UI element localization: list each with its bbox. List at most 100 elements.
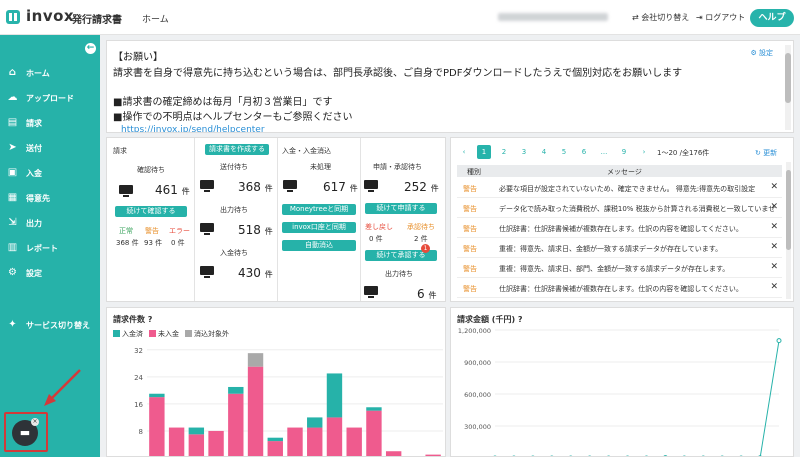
sidebar-item-customer[interactable]: ▦ 得意先 bbox=[0, 186, 100, 210]
output-waiting-label: 出力待ち bbox=[385, 270, 413, 278]
dismiss-icon[interactable]: ✕ bbox=[770, 222, 778, 232]
bar-segment bbox=[247, 353, 264, 367]
y-tick-label: 32 bbox=[134, 347, 143, 355]
pagination-page-2[interactable]: 2 bbox=[497, 145, 511, 159]
bar-segment bbox=[247, 366, 264, 456]
notice-title: 【お願い】 bbox=[113, 52, 163, 63]
continue-apply-button[interactable]: 続けて申請する bbox=[365, 203, 437, 214]
moneytree-sync-button[interactable]: Moneytreeと同期 bbox=[282, 204, 356, 215]
sidebar-item-report[interactable]: ▥ レポート bbox=[0, 236, 100, 260]
payment-waiting-label: 入金待ち bbox=[220, 249, 248, 257]
computer-icon bbox=[364, 180, 378, 193]
message-row[interactable]: 警告仕訳辞書：仕訳辞書候補が複数存在します。仕訳の内容を確認してください。✕ bbox=[457, 218, 782, 238]
logo-text: invox bbox=[26, 7, 75, 25]
refresh-icon: ↻ bbox=[755, 149, 761, 157]
normal-label: 正常 bbox=[119, 227, 133, 235]
message-row[interactable]: 警告仕訳辞書：仕訳辞書候補が複数存在します。仕訳の内容を確認してください。✕ bbox=[457, 278, 782, 298]
invoice-count-plot: 32 24 16 8 bbox=[134, 347, 443, 456]
invoice-amount-plot: 1,200,000 900,000 600,000 300,000 bbox=[458, 327, 782, 456]
y-tick-label: 24 bbox=[134, 374, 143, 382]
service-switch-label: サービス切り替え bbox=[26, 321, 90, 330]
export-icon: ⇲ bbox=[8, 217, 17, 228]
notice-line: ■操作での不明点はヘルプセンターもご参照ください bbox=[113, 112, 353, 123]
pagination-prev[interactable]: ‹ bbox=[457, 145, 471, 159]
helpcenter-link[interactable]: https://invox.jp/send/helpcenter bbox=[121, 125, 265, 132]
message-row[interactable]: 警告仕訳辞書：仕訳辞書候補が複数存在します。仕訳の内容を確認してください。✕ bbox=[457, 298, 782, 301]
sidebar-item-invoice[interactable]: ▤ 請求 bbox=[0, 111, 100, 135]
refresh-button[interactable]: ↻ 更新 bbox=[755, 148, 777, 158]
message-text: 必要な項目が設定されていないため、確定できません。 得意先:得意先の取引設定 bbox=[499, 185, 756, 193]
sidebar-item-label: 送付 bbox=[26, 144, 42, 153]
chat-bubble-icon: ▬ bbox=[19, 426, 31, 439]
bar-segment bbox=[287, 427, 303, 456]
help-button[interactable]: ヘルプ bbox=[750, 9, 794, 27]
message-row[interactable]: 警告 重複：得意先、請求日、部門、金額が一致する請求データが存在します。 ✕ bbox=[457, 258, 782, 278]
dismiss-icon[interactable]: ✕ bbox=[770, 242, 778, 252]
col-kind: 種別 bbox=[467, 168, 481, 176]
logo-icon bbox=[6, 10, 20, 24]
switch-company-label: 会社切り替え bbox=[641, 13, 690, 22]
dismiss-icon[interactable]: ✕ bbox=[770, 202, 778, 212]
message-row[interactable]: 警告 データ化で読み取った消費税が、課税10% 税抜から計算される消費税と一致して… bbox=[457, 198, 782, 218]
chat-close-icon[interactable]: × bbox=[31, 418, 39, 426]
bar-segment bbox=[307, 427, 323, 456]
dismiss-icon[interactable]: ✕ bbox=[770, 182, 778, 192]
message-row[interactable]: 警告 必要な項目が設定されていないため、確定できません。 得意先:得意先の取引設定… bbox=[457, 178, 782, 198]
create-invoice-button[interactable]: 請求書を作成する bbox=[205, 144, 269, 155]
pagination-page-9[interactable]: 9 bbox=[617, 145, 631, 159]
message-kind: 警告 bbox=[463, 225, 477, 233]
bar-segment bbox=[208, 430, 224, 456]
pagination-page-4[interactable]: 4 bbox=[537, 145, 551, 159]
pagination-next[interactable]: › bbox=[637, 145, 651, 159]
bar-segment bbox=[307, 417, 323, 428]
user-name bbox=[498, 13, 608, 21]
dismiss-icon[interactable]: ✕ bbox=[770, 262, 778, 272]
y-tick-label: 300,000 bbox=[464, 423, 491, 431]
messages-scrollbar-thumb[interactable] bbox=[786, 170, 791, 250]
home-icon: ⌂ bbox=[8, 67, 17, 78]
status-panel: 請求 請求書を作成する 確認待ち 461 件 続けて確認する 正常 警告 エラー… bbox=[106, 137, 446, 302]
sidebar-item-upload[interactable]: ☁ アップロード bbox=[0, 86, 100, 110]
sidebar-collapse-button[interactable]: ← bbox=[85, 43, 96, 54]
refresh-label: 更新 bbox=[763, 149, 778, 157]
logout-button[interactable]: ⇥ ログアウト bbox=[696, 12, 745, 23]
sidebar-item-output[interactable]: ⇲ 出力 bbox=[0, 211, 100, 235]
logout-label: ログアウト bbox=[705, 13, 746, 22]
computer-icon bbox=[200, 266, 214, 279]
message-kind: 警告 bbox=[463, 205, 477, 213]
bar-segment bbox=[366, 410, 382, 456]
message-row[interactable]: 警告 重複：得意先、請求日、金額が一致する請求データが存在しています。 ✕ bbox=[457, 238, 782, 258]
bar-segment bbox=[228, 386, 244, 394]
y-tick-label: 600,000 bbox=[464, 391, 491, 399]
auto-clear-button[interactable]: 自動消込 bbox=[282, 240, 356, 251]
output-waiting-value: 518 件 bbox=[238, 223, 273, 237]
notice-scrollbar-thumb[interactable] bbox=[785, 53, 791, 103]
dismiss-icon[interactable]: ✕ bbox=[770, 282, 778, 292]
continue-confirm-button[interactable]: 続けて確認する bbox=[115, 206, 187, 217]
bar-segment bbox=[346, 427, 362, 456]
sidebar-item-send[interactable]: ➤ 送付 bbox=[0, 136, 100, 160]
pagination-page-1[interactable]: 1 bbox=[477, 145, 491, 159]
approval-badge: 1 bbox=[421, 244, 430, 253]
sidebar-item-home[interactable]: ⌂ ホーム bbox=[0, 61, 100, 85]
notice-settings-button[interactable]: ⚙ 設定 bbox=[750, 48, 773, 58]
nav-home-link[interactable]: ホーム bbox=[142, 12, 169, 25]
pagination-page-6[interactable]: 6 bbox=[577, 145, 591, 159]
notice-line: ■請求書の確定締めは毎月「月初３営業日」です bbox=[113, 97, 333, 108]
pagination-page-5[interactable]: 5 bbox=[557, 145, 571, 159]
pagination-page-3[interactable]: 3 bbox=[517, 145, 531, 159]
invox-account-sync-button[interactable]: invox口座と同期 bbox=[282, 222, 356, 233]
returned-label: 差し戻し bbox=[365, 223, 393, 231]
sidebar-service-switch[interactable]: ✦ サービス切り替え bbox=[0, 313, 100, 337]
logo-subtitle: 発行請求書 bbox=[72, 15, 122, 26]
approved-label: 承認待ち bbox=[407, 223, 435, 231]
gear-icon: ⚙ bbox=[8, 267, 17, 278]
sidebar-item-payment[interactable]: ▣ 入金 bbox=[0, 161, 100, 185]
sidebar-item-label: レポート bbox=[26, 244, 58, 253]
switch-company-button[interactable]: ⇄ 会社切り替え bbox=[632, 12, 689, 23]
sidebar-item-settings[interactable]: ⚙ 設定 bbox=[0, 261, 100, 285]
send-waiting-label: 送付待ち bbox=[220, 163, 248, 171]
computer-icon bbox=[364, 286, 378, 299]
warning-value: 93 件 bbox=[144, 239, 163, 247]
sidebar-item-label: 出力 bbox=[26, 219, 42, 228]
